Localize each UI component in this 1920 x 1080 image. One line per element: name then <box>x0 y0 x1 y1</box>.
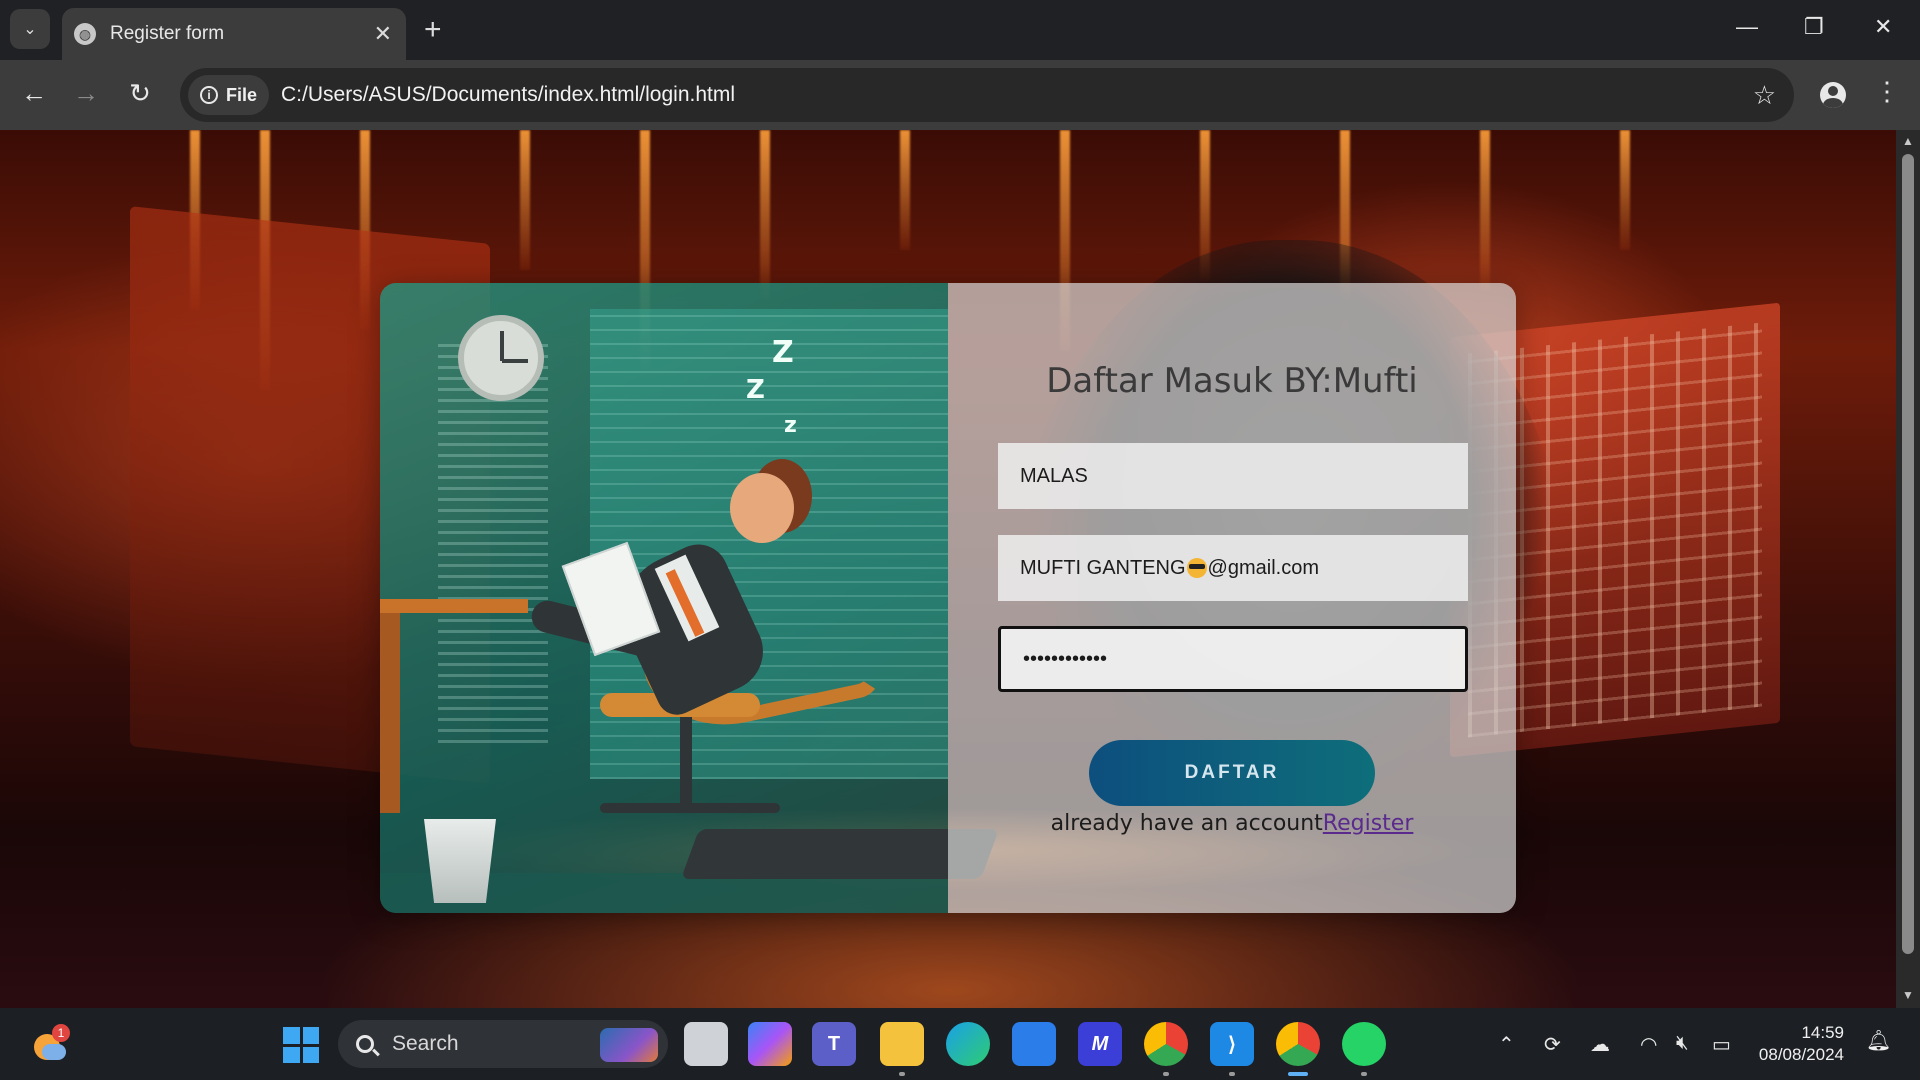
battery-icon[interactable]: ▭ <box>1712 1032 1731 1057</box>
info-icon: i <box>200 86 218 104</box>
chrome-profile-icon[interactable] <box>1144 1022 1188 1076</box>
speaker-muted-icon[interactable]: 🔇︎ <box>1676 1032 1689 1055</box>
profile-icon[interactable] <box>1814 76 1852 114</box>
copilot-icon[interactable] <box>748 1022 792 1066</box>
file-explorer-icon[interactable] <box>880 1022 924 1076</box>
tab-search-chevron-icon[interactable]: ⌄ <box>10 9 50 49</box>
form-title: Daftar Masuk BY:Mufti <box>1046 361 1418 401</box>
email-text-prefix: MUFTI GANTENG <box>1020 556 1186 579</box>
register-card: Z Z z Daftar Masuk BY:Mufti MUFTI GAN <box>380 283 1516 913</box>
scroll-thumb[interactable] <box>1902 154 1914 954</box>
notifications-bell-icon[interactable]: 🔔︎ <box>1866 1028 1894 1058</box>
background-code-streak <box>1480 130 1490 290</box>
switch-text: already have an account <box>1050 811 1323 836</box>
tab-strip: ⌄ ◍ Register form ✕ + — ❐ ✕ <box>0 0 1920 60</box>
site-info-label: File <box>226 84 258 105</box>
vscode-icon[interactable]: ⟩ <box>1210 1022 1254 1076</box>
restore-icon[interactable]: ❐ <box>1804 14 1824 40</box>
email-input[interactable]: MUFTI GANTENG @gmail.com <box>998 535 1468 601</box>
daftar-button[interactable]: DAFTAR <box>1089 740 1375 806</box>
address-bar[interactable]: i File C:/Users/ASUS/Documents/index.htm… <box>180 68 1794 122</box>
kebab-menu-icon[interactable]: ⋮ <box>1874 76 1900 107</box>
windows-start-icon[interactable] <box>283 1027 319 1063</box>
register-switch-line: already have an accountRegister <box>948 811 1516 836</box>
register-link[interactable]: Register <box>1323 811 1414 836</box>
notification-badge: 1 <box>52 1024 70 1042</box>
browser-toolbar: ← → ↻ i File C:/Users/ASUS/Documents/ind… <box>0 60 1920 130</box>
register-form: Daftar Masuk BY:Mufti MUFTI GANTENG @gma… <box>948 283 1516 913</box>
close-window-icon[interactable]: ✕ <box>1874 14 1892 40</box>
scroll-up-icon[interactable]: ▲ <box>1896 134 1920 148</box>
clock-date: 08/08/2024 <box>1758 1045 1844 1064</box>
email-text-suffix: @gmail.com <box>1207 556 1319 579</box>
globe-icon: ◍ <box>74 23 96 45</box>
sunglasses-emoji-icon <box>1186 558 1207 578</box>
sleeping-worker-illustration: Z Z z <box>380 283 1000 913</box>
background-code-streak <box>1620 130 1630 250</box>
microsoft-store-icon[interactable] <box>1012 1022 1056 1066</box>
page-background: Z Z z Daftar Masuk BY:Mufti MUFTI GAN <box>0 130 1896 1008</box>
trash-bin-icon <box>424 819 496 903</box>
username-input[interactable] <box>998 443 1468 509</box>
scroll-down-icon[interactable]: ▼ <box>1896 988 1920 1002</box>
search-highlight-icon <box>600 1028 658 1062</box>
close-tab-icon[interactable]: ✕ <box>374 21 392 47</box>
teams-icon[interactable]: T <box>812 1022 856 1066</box>
back-arrow-icon[interactable]: ← <box>16 78 52 109</box>
background-code-streak <box>520 130 530 270</box>
clock-time: 14:59 <box>1801 1023 1844 1042</box>
page-scrollbar[interactable]: ▲ ▼ <box>1896 130 1920 1008</box>
wifi-icon[interactable]: ◠ <box>1640 1032 1657 1057</box>
sync-icon[interactable]: ⟳ <box>1544 1032 1561 1057</box>
password-mask: •••••••••••• <box>1023 647 1108 670</box>
taskbar-clock[interactable]: 14:59 08/08/2024 <box>1746 1022 1844 1066</box>
new-tab-button[interactable]: + <box>424 12 442 48</box>
minimize-icon[interactable]: — <box>1736 14 1758 40</box>
onedrive-icon[interactable]: ☁ <box>1590 1032 1610 1057</box>
search-label: Search <box>392 1032 459 1055</box>
bookmark-star-icon[interactable]: ☆ <box>1753 80 1776 111</box>
password-input[interactable]: •••••••••••• <box>998 626 1468 692</box>
url-text[interactable]: C:/Users/ASUS/Documents/index.html/login… <box>281 83 1753 107</box>
search-icon <box>356 1035 374 1053</box>
taskbar-search[interactable]: Search <box>338 1020 668 1068</box>
task-view-icon[interactable] <box>684 1022 728 1066</box>
edge-icon[interactable] <box>946 1022 990 1066</box>
chrome-icon[interactable] <box>1276 1022 1320 1076</box>
background-code-streak <box>900 130 910 250</box>
clock-icon <box>458 315 544 401</box>
editor-app-icon[interactable]: M <box>1078 1022 1122 1066</box>
site-info-chip[interactable]: i File <box>188 75 270 115</box>
windows-taskbar: 1 Search T M ⟩ ⌃ ⟳ ☁ ◠ 🔇︎ ▭ 14:59 08/08/… <box>0 1008 1920 1080</box>
whatsapp-icon[interactable] <box>1342 1022 1386 1076</box>
tab-title: Register form <box>110 23 225 44</box>
background-code-streak <box>760 130 770 300</box>
tab-register-form[interactable]: ◍ Register form ✕ <box>62 8 406 60</box>
tray-expand-icon[interactable]: ⌃ <box>1498 1032 1515 1057</box>
reload-icon[interactable]: ↻ <box>122 78 158 109</box>
weather-widget-icon[interactable]: 1 <box>28 1024 70 1064</box>
forward-arrow-icon[interactable]: → <box>68 78 104 109</box>
